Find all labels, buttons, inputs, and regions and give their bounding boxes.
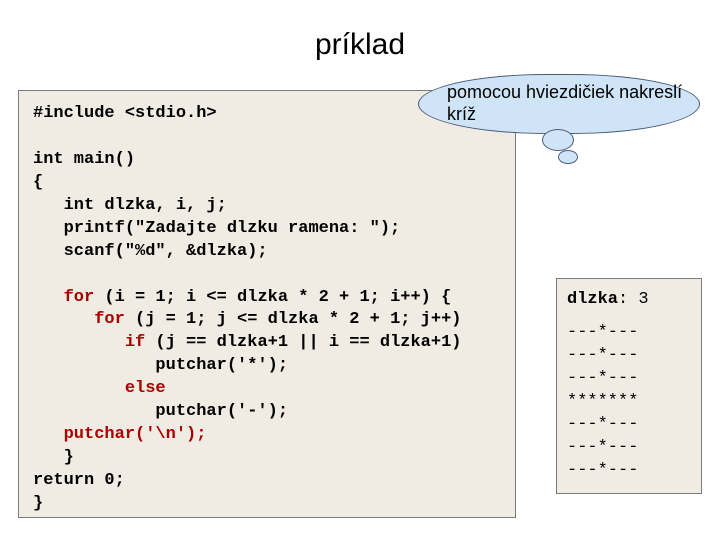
slide-title: príklad xyxy=(0,28,720,62)
code-line: else xyxy=(33,379,166,398)
code-line: return 0; xyxy=(33,471,125,490)
output-header: dlzka: 3 xyxy=(567,289,691,312)
code-line: { xyxy=(33,173,43,192)
callout-bubble: pomocou hviezdičiek nakreslí kríž xyxy=(418,74,700,134)
output-var: dlzka xyxy=(567,290,618,309)
cloud-puff-icon xyxy=(542,129,574,151)
code-line: putchar('\n'); xyxy=(33,425,206,444)
output-value: 3 xyxy=(638,290,648,309)
output-block: dlzka: 3 ---*--- ---*--- ---*--- *******… xyxy=(556,278,702,494)
output-colon: : xyxy=(618,290,638,309)
code-line: for (i = 1; i <= dlzka * 2 + 1; i++) { xyxy=(33,288,451,307)
cloud-puff-icon xyxy=(558,150,578,164)
code-line: putchar('*'); xyxy=(33,356,288,375)
code-line: #include <stdio.h> xyxy=(33,104,217,123)
code-line: } xyxy=(33,448,74,467)
code-line: putchar('-'); xyxy=(33,402,288,421)
output-lines: ---*--- ---*--- ---*--- ******* ---*--- … xyxy=(567,322,691,483)
code-line: printf("Zadajte dlzku ramena: "); xyxy=(33,219,400,238)
code-line: int dlzka, i, j; xyxy=(33,196,227,215)
code-line: scanf("%d", &dlzka); xyxy=(33,242,268,261)
callout-cloud: pomocou hviezdičiek nakreslí kríž xyxy=(418,74,700,164)
code-line: if (j == dlzka+1 || i == dlzka+1) xyxy=(33,333,462,352)
code-line: for (j = 1; j <= dlzka * 2 + 1; j++) xyxy=(33,310,461,329)
code-line: int main() xyxy=(33,150,135,169)
callout-text: pomocou hviezdičiek nakreslí kríž xyxy=(447,82,699,125)
code-line: } xyxy=(33,494,43,513)
